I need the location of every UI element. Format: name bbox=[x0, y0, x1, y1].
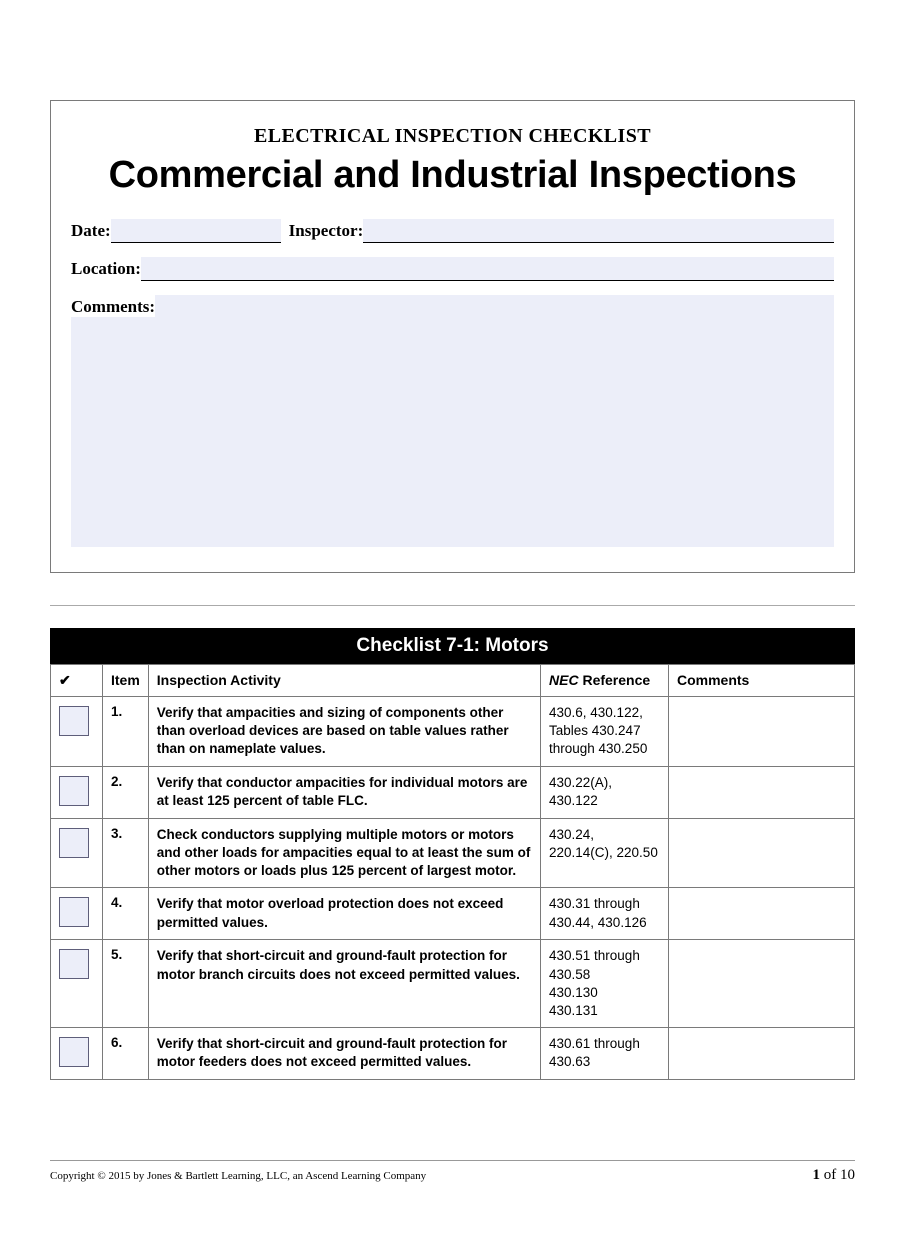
activity-text: Verify that short-circuit and ground-fau… bbox=[148, 1028, 540, 1080]
activity-text: Verify that short-circuit and ground-fau… bbox=[148, 940, 540, 1028]
comments-label: Comments: bbox=[71, 297, 155, 319]
row-comments-label: Comments: bbox=[71, 295, 834, 319]
activity-text: Check conductors supplying multiple moto… bbox=[148, 818, 540, 888]
table-row: 1. Verify that ampacities and sizing of … bbox=[51, 697, 855, 767]
date-input[interactable] bbox=[111, 219, 281, 243]
col-header-item: Item bbox=[103, 665, 149, 697]
col-header-nec: NEC Reference bbox=[541, 665, 669, 697]
table-row: 3. Check conductors supplying multiple m… bbox=[51, 818, 855, 888]
overline: ELECTRICAL INSPECTION CHECKLIST bbox=[71, 125, 834, 148]
page-total: 10 bbox=[840, 1167, 855, 1183]
row-comments[interactable] bbox=[669, 766, 855, 818]
check-cell bbox=[51, 818, 103, 888]
nec-reference: 430.24, 220.14(C), 220.50 bbox=[541, 818, 669, 888]
item-number: 4. bbox=[103, 888, 149, 940]
checkbox[interactable] bbox=[59, 1037, 89, 1067]
row-comments[interactable] bbox=[669, 888, 855, 940]
location-input[interactable] bbox=[141, 257, 834, 281]
nec-reference: 430.6, 430.122, Tables 430.247 through 4… bbox=[541, 697, 669, 767]
checkbox[interactable] bbox=[59, 706, 89, 736]
check-cell bbox=[51, 940, 103, 1028]
row-date-inspector: Date: Inspector: bbox=[71, 219, 834, 243]
checkbox[interactable] bbox=[59, 776, 89, 806]
copyright-text: Copyright © 2015 by Jones & Bartlett Lea… bbox=[50, 1170, 426, 1182]
inspector-label: Inspector: bbox=[289, 221, 364, 243]
page-title: Commercial and Industrial Inspections bbox=[71, 154, 834, 197]
header-info-box: ELECTRICAL INSPECTION CHECKLIST Commerci… bbox=[50, 100, 855, 573]
page-current: 1 bbox=[813, 1167, 821, 1183]
comments-textarea[interactable] bbox=[71, 317, 834, 547]
nec-reference: 430.22(A), 430.122 bbox=[541, 766, 669, 818]
item-number: 2. bbox=[103, 766, 149, 818]
item-number: 1. bbox=[103, 697, 149, 767]
col-header-check: ✔ bbox=[51, 665, 103, 697]
checklist-body: 1. Verify that ampacities and sizing of … bbox=[51, 697, 855, 1080]
comments-firstline-input[interactable] bbox=[155, 295, 834, 319]
table-row: 2. Verify that conductor ampacities for … bbox=[51, 766, 855, 818]
row-comments[interactable] bbox=[669, 818, 855, 888]
item-number: 5. bbox=[103, 940, 149, 1028]
row-comments[interactable] bbox=[669, 697, 855, 767]
table-row: 5. Verify that short-circuit and ground-… bbox=[51, 940, 855, 1028]
nec-reference: 430.51 through 430.58 430.130 430.131 bbox=[541, 940, 669, 1028]
inspector-input[interactable] bbox=[363, 219, 834, 243]
section-divider bbox=[50, 605, 855, 606]
activity-text: Verify that motor overload protection do… bbox=[148, 888, 540, 940]
checklist-title: Checklist 7-1: Motors bbox=[50, 628, 855, 664]
checklist-section: Checklist 7-1: Motors ✔ Item Inspection … bbox=[50, 628, 855, 1080]
col-header-comments: Comments bbox=[669, 665, 855, 697]
page: ELECTRICAL INSPECTION CHECKLIST Commerci… bbox=[0, 100, 905, 1184]
activity-text: Verify that ampacities and sizing of com… bbox=[148, 697, 540, 767]
page-number: 1 of 10 bbox=[813, 1167, 856, 1184]
page-footer: Copyright © 2015 by Jones & Bartlett Lea… bbox=[50, 1160, 855, 1184]
row-location: Location: bbox=[71, 257, 834, 281]
table-header-row: ✔ Item Inspection Activity NEC Reference… bbox=[51, 665, 855, 697]
check-cell bbox=[51, 766, 103, 818]
check-cell bbox=[51, 1028, 103, 1080]
activity-text: Verify that conductor ampacities for ind… bbox=[148, 766, 540, 818]
check-cell bbox=[51, 888, 103, 940]
item-number: 6. bbox=[103, 1028, 149, 1080]
checkbox[interactable] bbox=[59, 828, 89, 858]
page-sep: of bbox=[820, 1167, 840, 1183]
location-label: Location: bbox=[71, 259, 141, 281]
check-cell bbox=[51, 697, 103, 767]
checklist-table: ✔ Item Inspection Activity NEC Reference… bbox=[50, 664, 855, 1080]
nec-reference: 430.31 through 430.44, 430.126 bbox=[541, 888, 669, 940]
col-header-activity: Inspection Activity bbox=[148, 665, 540, 697]
table-row: 4. Verify that motor overload protection… bbox=[51, 888, 855, 940]
date-label: Date: bbox=[71, 221, 111, 243]
row-comments[interactable] bbox=[669, 940, 855, 1028]
row-comments[interactable] bbox=[669, 1028, 855, 1080]
item-number: 3. bbox=[103, 818, 149, 888]
table-row: 6. Verify that short-circuit and ground-… bbox=[51, 1028, 855, 1080]
checkbox[interactable] bbox=[59, 949, 89, 979]
checkbox[interactable] bbox=[59, 897, 89, 927]
nec-reference: 430.61 through 430.63 bbox=[541, 1028, 669, 1080]
